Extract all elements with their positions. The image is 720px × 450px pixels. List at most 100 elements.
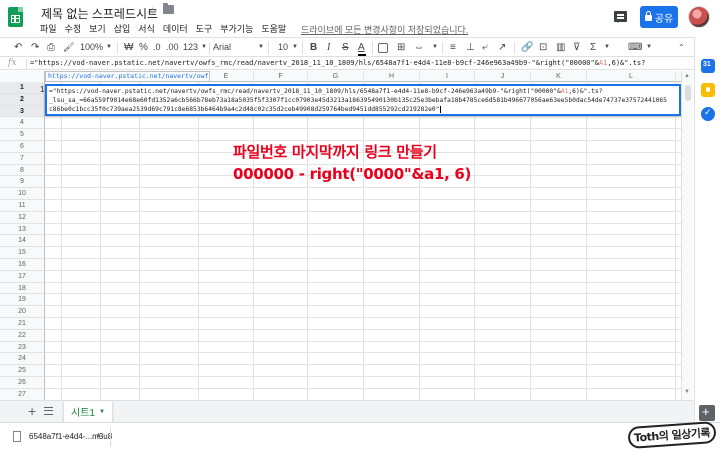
row-header-11[interactable]: 11 bbox=[0, 200, 45, 212]
keep-icon[interactable] bbox=[701, 83, 715, 97]
print-icon[interactable]: ⎙ bbox=[47, 41, 55, 54]
percent-format-button[interactable]: % bbox=[139, 41, 148, 54]
menu-data[interactable]: 데이터 bbox=[159, 22, 192, 35]
row-header-21[interactable]: 21 bbox=[0, 318, 45, 330]
zoom-caret-icon[interactable]: ▼ bbox=[106, 41, 112, 54]
share-button[interactable]: 공유 bbox=[640, 6, 678, 28]
avatar[interactable] bbox=[688, 6, 710, 28]
row-header-5[interactable]: 5 bbox=[0, 129, 45, 141]
row-header-7[interactable]: 7 bbox=[0, 152, 45, 165]
menu-format[interactable]: 서식 bbox=[134, 22, 159, 35]
formula-bar[interactable]: fx ="https://vod-naver.pstatic.net/naver… bbox=[0, 58, 720, 70]
column-header-l[interactable]: L bbox=[587, 71, 676, 82]
select-all-corner[interactable] bbox=[0, 71, 45, 82]
row-header-16[interactable]: 16 bbox=[0, 259, 45, 271]
filter-icon[interactable]: ⊽ bbox=[573, 41, 580, 54]
functions-icon[interactable]: Σ bbox=[590, 41, 596, 54]
vertical-scrollbar[interactable]: ▲ ▼ bbox=[681, 71, 693, 400]
document-title[interactable]: 제목 없는 스프레드시트 bbox=[41, 5, 158, 22]
sheet-tab-caret-icon[interactable]: ▼ bbox=[99, 409, 105, 415]
row-header-6[interactable]: 6 bbox=[0, 141, 45, 153]
column-header-g[interactable]: G bbox=[308, 71, 364, 82]
add-sheet-button[interactable]: + bbox=[28, 403, 36, 419]
all-sheets-menu-icon[interactable] bbox=[44, 407, 53, 415]
menu-insert[interactable]: 삽입 bbox=[110, 22, 135, 35]
cell-a1-value[interactable]: 1 bbox=[40, 85, 44, 94]
paint-format-icon[interactable]: 🖌 bbox=[63, 41, 74, 54]
save-status-link[interactable]: 드라이브에 모든 변경사항이 저장되었습니다. bbox=[301, 23, 468, 36]
row-header-13[interactable]: 13 bbox=[0, 223, 45, 236]
number-format-button[interactable]: 123 bbox=[183, 41, 198, 54]
star-icon[interactable]: ☆ bbox=[148, 5, 158, 18]
row-header-22[interactable]: 22 bbox=[0, 329, 45, 342]
row-header-23[interactable]: 23 bbox=[0, 341, 45, 354]
scrollbar-thumb[interactable] bbox=[685, 85, 691, 101]
scroll-down-icon[interactable]: ▼ bbox=[684, 389, 690, 395]
merge-caret-icon[interactable]: ▼ bbox=[432, 41, 438, 54]
formula-input[interactable]: ="https://vod-naver.pstatic.net/navertv/… bbox=[30, 58, 645, 69]
column-header-j[interactable]: J bbox=[475, 71, 531, 82]
redo-icon[interactable]: ↷ bbox=[31, 41, 39, 54]
row-header-20[interactable]: 20 bbox=[0, 306, 45, 318]
collapse-menu-icon[interactable]: ⌃ bbox=[678, 41, 685, 54]
row-header-14[interactable]: 14 bbox=[0, 235, 45, 248]
insert-link-icon[interactable]: 🔗 bbox=[521, 41, 533, 54]
increase-decimal-button[interactable]: .00 bbox=[166, 41, 179, 54]
column-header-h[interactable]: H bbox=[364, 71, 420, 82]
scroll-up-icon[interactable]: ▲ bbox=[684, 73, 690, 79]
borders-icon[interactable]: ⊞ bbox=[397, 41, 405, 54]
fill-color-icon[interactable] bbox=[378, 43, 388, 53]
row-header-25[interactable]: 25 bbox=[0, 365, 45, 377]
comments-icon[interactable] bbox=[614, 11, 627, 23]
font-size-select[interactable]: 10 bbox=[278, 41, 288, 54]
row-header-26[interactable]: 26 bbox=[0, 377, 45, 389]
vertical-align-icon[interactable]: ⊥ bbox=[466, 41, 475, 54]
font-caret-icon[interactable]: ▼ bbox=[258, 41, 264, 54]
sheets-logo-icon[interactable] bbox=[8, 7, 23, 27]
row-header-2[interactable]: 2 bbox=[0, 93, 45, 106]
cell-editor[interactable]: ="https://vod-naver.pstatic.net/navertv/… bbox=[45, 84, 681, 116]
row-header-15[interactable]: 15 bbox=[0, 247, 45, 259]
bold-button[interactable]: B bbox=[310, 41, 317, 54]
undo-icon[interactable]: ↶ bbox=[14, 41, 22, 54]
input-tools-caret-icon[interactable]: ▼ bbox=[646, 41, 652, 54]
column-header-f[interactable]: F bbox=[254, 71, 308, 82]
folder-icon[interactable] bbox=[163, 3, 174, 14]
currency-format-button[interactable]: ₩ bbox=[124, 41, 133, 54]
text-color-icon[interactable]: A bbox=[358, 41, 366, 56]
text-rotate-icon[interactable]: ↗ bbox=[498, 41, 506, 54]
download-caret-icon[interactable]: ▲ bbox=[95, 432, 102, 439]
font-size-caret-icon[interactable]: ▼ bbox=[292, 41, 298, 54]
menu-view[interactable]: 보기 bbox=[85, 22, 110, 35]
menu-help[interactable]: 도움말 bbox=[257, 22, 290, 35]
decrease-decimal-button[interactable]: .0 bbox=[153, 41, 161, 54]
row-header-17[interactable]: 17 bbox=[0, 270, 45, 283]
row-header-24[interactable]: 24 bbox=[0, 353, 45, 366]
insert-chart-icon[interactable]: ▥ bbox=[556, 41, 565, 54]
row-header-18[interactable]: 18 bbox=[0, 282, 45, 295]
tasks-icon[interactable] bbox=[701, 107, 715, 121]
row-header-19[interactable]: 19 bbox=[0, 294, 45, 307]
column-header-k[interactable]: K bbox=[531, 71, 587, 82]
explore-icon[interactable] bbox=[699, 404, 715, 421]
menu-addons[interactable]: 부가기능 bbox=[216, 22, 257, 35]
input-tools-icon[interactable]: ⌨ bbox=[628, 41, 642, 54]
text-wrap-icon[interactable]: ⤶ bbox=[482, 41, 488, 54]
horizontal-align-icon[interactable]: ≡ bbox=[450, 41, 456, 54]
column-header-i[interactable]: I bbox=[420, 71, 475, 82]
row-header-9[interactable]: 9 bbox=[0, 176, 45, 189]
font-select[interactable]: Arial bbox=[213, 41, 253, 54]
number-format-caret-icon[interactable]: ▼ bbox=[201, 41, 207, 54]
merge-cells-icon[interactable]: ⇔ bbox=[414, 41, 424, 54]
row-header-1[interactable]: 1 bbox=[0, 82, 45, 94]
menu-edit[interactable]: 수정 bbox=[61, 22, 86, 35]
row-header-8[interactable]: 8 bbox=[0, 164, 45, 177]
sheet-tab[interactable]: 시트1 ▼ bbox=[64, 401, 112, 422]
calendar-icon[interactable] bbox=[701, 59, 715, 73]
row-header-27[interactable]: 27 bbox=[0, 388, 45, 400]
row-header-12[interactable]: 12 bbox=[0, 211, 45, 224]
row-header-10[interactable]: 10 bbox=[0, 188, 45, 200]
strikethrough-button[interactable]: S bbox=[342, 41, 349, 54]
menu-tools[interactable]: 도구 bbox=[192, 22, 217, 35]
functions-caret-icon[interactable]: ▼ bbox=[604, 41, 610, 54]
